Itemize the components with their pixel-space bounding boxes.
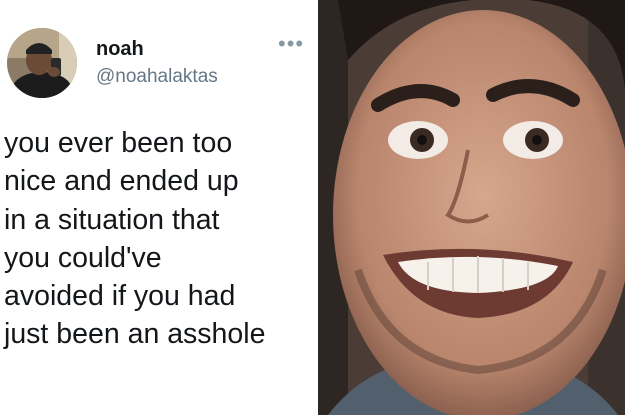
more-horizontal-icon[interactable]: ••• — [278, 33, 304, 55]
tweet-text: you ever been too nice and ended up in a… — [4, 124, 316, 354]
tweet-card: noah @noahalaktas ••• you ever been too … — [0, 0, 318, 415]
tweet-line: nice and ended up — [4, 165, 239, 198]
reaction-photo — [318, 0, 625, 415]
handle[interactable]: @noahalaktas — [96, 66, 218, 88]
tweet-line: you ever been too — [4, 127, 233, 159]
tweet-line: avoided if you had — [4, 280, 236, 313]
avatar[interactable] — [7, 28, 77, 98]
tweet-line: you could've — [4, 241, 162, 274]
tweet-line: just been an asshole — [4, 318, 266, 351]
tweet-line: in a situation that — [4, 203, 220, 236]
display-name[interactable]: noah — [96, 37, 144, 61]
